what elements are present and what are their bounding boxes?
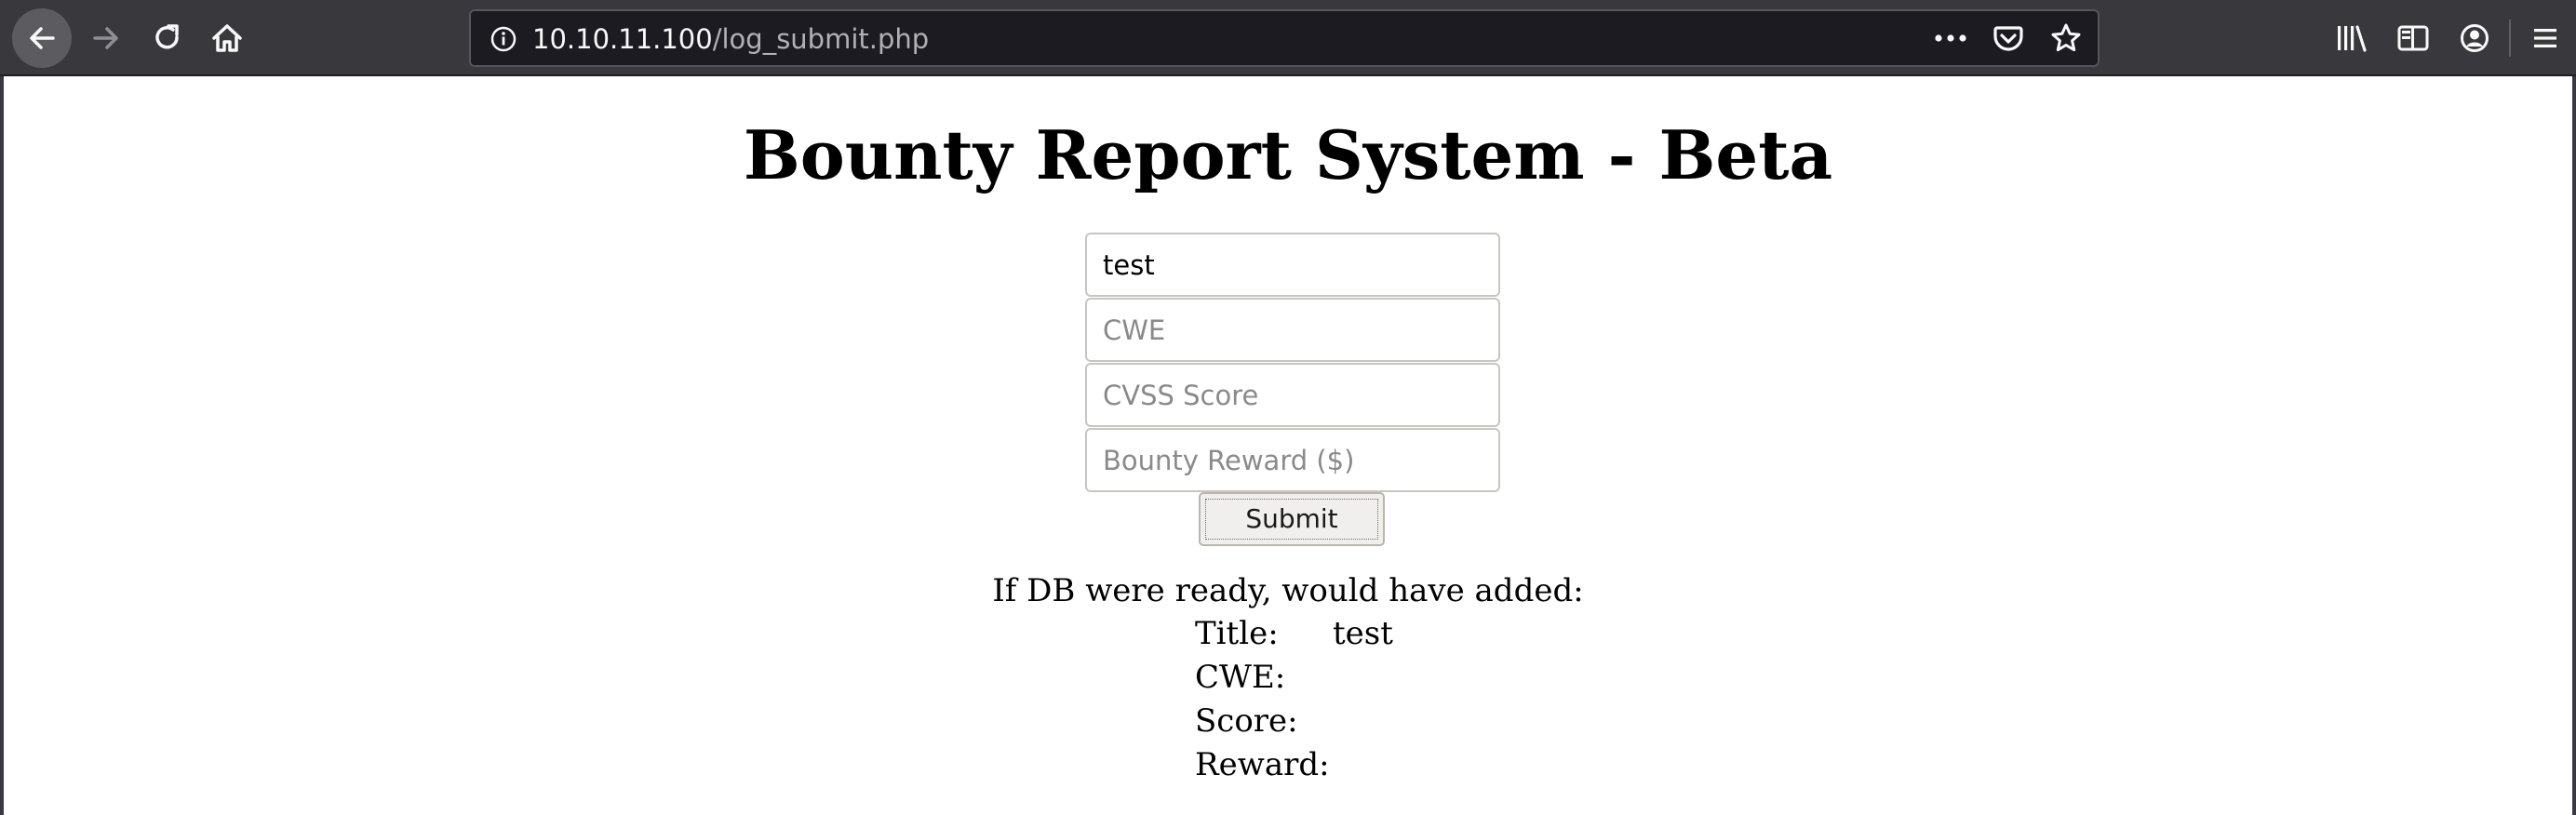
page-title: Bounty Report System - Beta — [743, 115, 1833, 194]
page-content: Bounty Report System - Beta Submit If DB… — [0, 76, 2576, 815]
account-button[interactable] — [2444, 0, 2505, 76]
back-button[interactable] — [12, 8, 72, 68]
title-input[interactable] — [1085, 233, 1500, 297]
pocket-button[interactable] — [1990, 20, 2027, 57]
address-bar[interactable]: 10.10.11.100/log_submit.php — [469, 9, 2100, 67]
result-value — [1333, 743, 1393, 787]
home-icon — [212, 24, 242, 52]
pocket-icon — [1993, 26, 2023, 51]
submit-button-label: Submit — [1205, 499, 1378, 540]
hamburger-menu-icon — [2534, 29, 2556, 47]
result-label: Score: — [1195, 702, 1298, 740]
back-arrow-icon — [30, 27, 55, 49]
result-label: Title: — [1195, 615, 1279, 652]
sidebar-button[interactable] — [2382, 0, 2444, 76]
result-value — [1333, 700, 1393, 743]
info-icon[interactable] — [490, 25, 517, 53]
reload-icon — [155, 24, 179, 49]
menu-button[interactable] — [2515, 0, 2576, 76]
cwe-input[interactable] — [1085, 298, 1500, 362]
toolbar-separator — [2509, 20, 2511, 57]
browser-toolbar: 10.10.11.100/log_submit.php — [0, 0, 2576, 76]
bookmark-star-icon — [2051, 23, 2081, 52]
result-value: test — [1333, 615, 1393, 652]
result-row-score: Score: — [1195, 700, 1393, 743]
reload-button[interactable] — [138, 8, 197, 68]
home-button[interactable] — [197, 8, 257, 68]
sidebar-icon — [2397, 25, 2429, 51]
more-actions-icon — [1935, 34, 1966, 42]
url-path: /log_submit.php — [712, 23, 930, 55]
bounty-report-form — [1085, 233, 1502, 493]
result-heading: If DB were ready, would have added: — [992, 572, 1584, 609]
bookmark-button[interactable] — [2047, 20, 2085, 57]
library-icon — [2338, 25, 2367, 52]
result-row-title: Title: test — [1195, 612, 1393, 656]
result-table: Title: test CWE: Score: Reward: — [1195, 612, 1393, 787]
result-row-reward: Reward: — [1195, 743, 1393, 787]
submit-button[interactable]: Submit — [1199, 492, 1385, 546]
library-button[interactable] — [2321, 0, 2382, 76]
bounty-reward-input[interactable] — [1085, 428, 1500, 492]
result-output: If DB were ready, would have added: Titl… — [4, 569, 2572, 783]
result-label: Reward: — [1195, 746, 1330, 783]
toolbar-right-tools — [2321, 0, 2576, 76]
result-row-cwe: CWE: — [1195, 656, 1393, 700]
result-label: CWE: — [1195, 659, 1286, 696]
url-text[interactable]: 10.10.11.100/log_submit.php — [532, 22, 929, 56]
cvss-score-input[interactable] — [1085, 363, 1500, 427]
url-host: 10.10.11.100 — [532, 23, 713, 55]
page-actions-button[interactable] — [1932, 20, 1969, 57]
forward-button[interactable] — [76, 8, 136, 68]
url-actions — [1932, 11, 2085, 65]
account-icon — [2461, 24, 2489, 52]
result-value — [1333, 656, 1393, 700]
forward-arrow-icon — [93, 27, 118, 49]
